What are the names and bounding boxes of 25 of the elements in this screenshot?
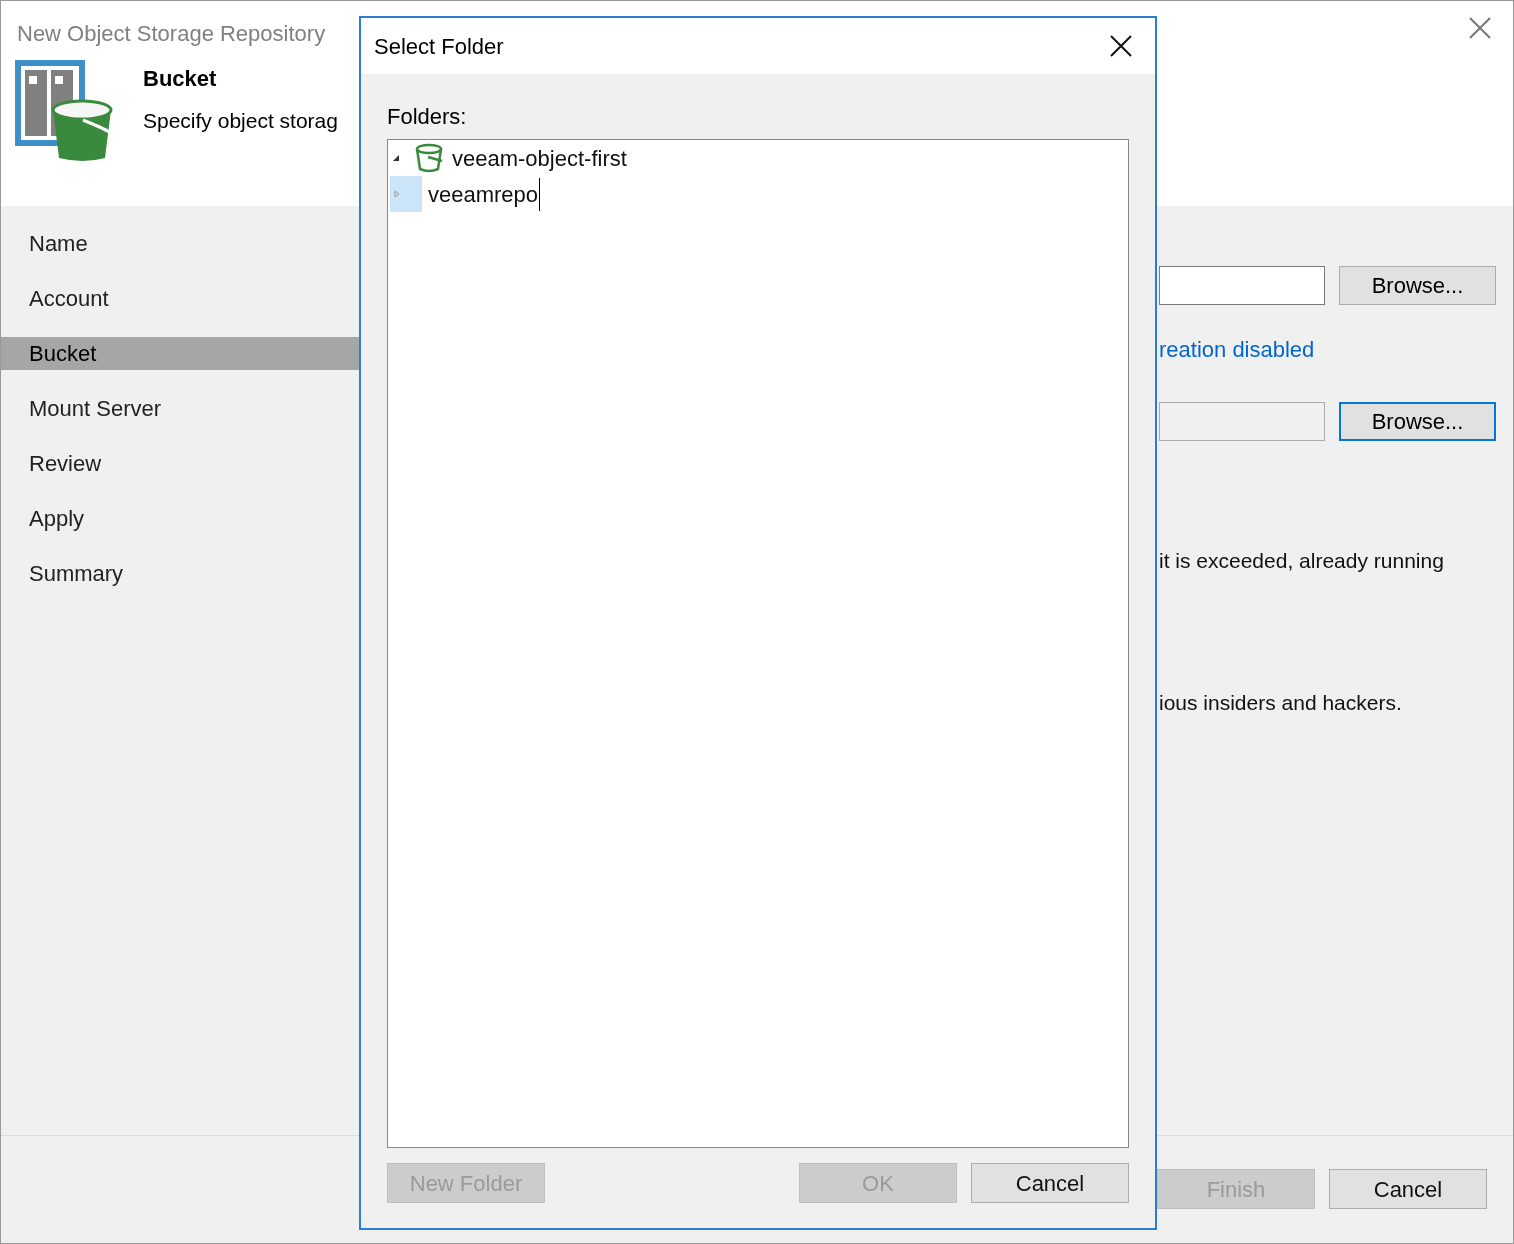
description-text: ious insiders and hackers. [1159,689,1403,716]
wizard-step[interactable]: Bucket [1,337,359,370]
tree-item[interactable]: veeam-object-first [452,141,627,175]
wizard-step[interactable]: Review [1,447,359,480]
folder-name-field[interactable]: veeamrepo [428,177,541,211]
wizard-step[interactable]: Account [1,282,359,315]
status-link[interactable]: reation disabled [1159,333,1513,366]
step-description: Specify object storag [143,108,338,134]
window-title: New Object Storage Repository [17,20,326,48]
folders-label: Folders: [387,103,468,131]
bucket-server-icon [13,58,115,164]
wizard-button[interactable]: Cancel [1329,1169,1487,1209]
browse-button[interactable]: Browse... [1339,266,1496,305]
path-field[interactable] [1159,402,1325,441]
browse-button[interactable]: Browse... [1339,402,1496,441]
description-text: it is exceeded, already running [1159,548,1445,574]
wizard-step[interactable]: Summary [1,557,359,590]
step-title: Bucket [143,65,218,93]
path-field[interactable] [1159,266,1325,305]
wizard-step[interactable]: Name [1,227,359,260]
close-icon[interactable] [1110,35,1132,57]
wizard-step[interactable]: Mount Server [1,392,359,425]
dialog-title: Select Folder [374,32,504,61]
dialog-button[interactable]: Cancel [971,1163,1129,1203]
wizard-step[interactable]: Apply [1,502,359,535]
